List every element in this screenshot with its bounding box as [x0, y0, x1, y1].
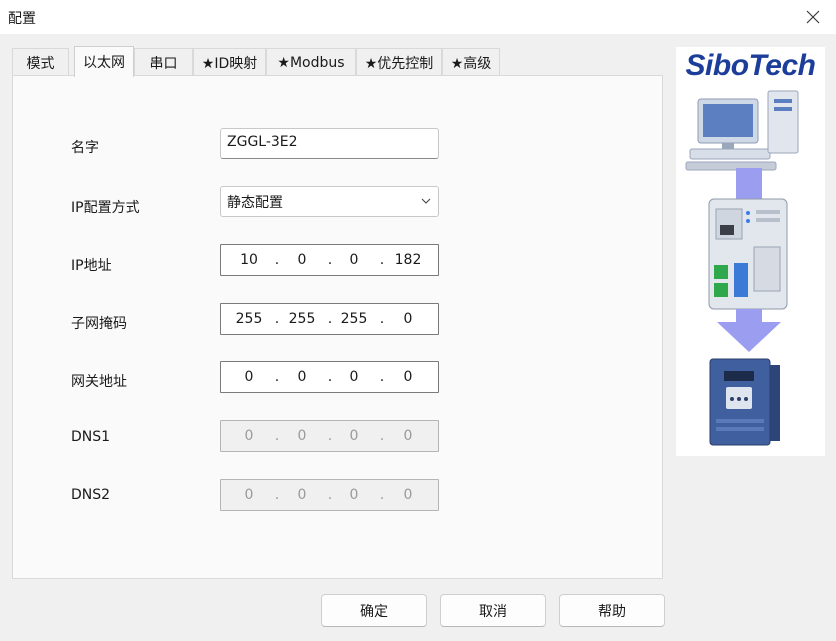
gateway-field[interactable]: 0 . 0 . 0 . 0	[220, 361, 439, 393]
tab-serial[interactable]: 串口	[134, 48, 193, 76]
illustration-graphics	[685, 90, 799, 446]
frequency-converter-icon	[709, 358, 780, 446]
help-button[interactable]: 帮助	[559, 594, 665, 627]
gateway-label: 网关地址	[71, 374, 127, 390]
dns1-octet-2: 0	[297, 428, 307, 444]
tab-advanced[interactable]: ★高级	[442, 48, 500, 76]
name-label: 名字	[71, 140, 99, 156]
dns1-octet-3: 0	[349, 428, 359, 444]
ip-dot: .	[274, 369, 280, 385]
ip-dot: .	[379, 311, 385, 327]
subnet-octet-3[interactable]: 255	[339, 311, 369, 327]
computer-icon	[685, 90, 799, 171]
gateway-octet-3[interactable]: 0	[339, 369, 369, 385]
gateway-device-icon	[708, 198, 788, 310]
subnet-octet-1[interactable]: 255	[234, 311, 264, 327]
ok-button[interactable]: 确定	[321, 594, 427, 627]
subnet-octet-2[interactable]: 255	[287, 311, 317, 327]
ethernet-panel: 名字 ZGGL-3E2 IP配置方式 静态配置 IP地址 10 . 0 . 0 …	[12, 75, 663, 579]
ip-dot: .	[274, 428, 280, 444]
tab-mode[interactable]: 模式	[12, 48, 69, 76]
dns1-octet-1: 0	[244, 428, 254, 444]
dns1-field: 0 . 0 . 0 . 0	[220, 420, 439, 452]
ip-octet-2[interactable]: 0	[287, 252, 317, 268]
ip-address-field[interactable]: 10 . 0 . 0 . 182	[220, 244, 439, 276]
ip-octet-1[interactable]: 10	[234, 252, 264, 268]
ip-dot: .	[327, 311, 333, 327]
ip-octet-4[interactable]: 182	[393, 252, 423, 268]
ip-dot: .	[274, 311, 280, 327]
title-bar: 配置	[0, 0, 836, 34]
ip-dot: .	[379, 252, 385, 268]
ip-dot: .	[274, 487, 280, 503]
dns1-octet-4: 0	[403, 428, 413, 444]
cancel-button[interactable]: 取消	[440, 594, 546, 627]
ip-dot: .	[379, 428, 385, 444]
dns2-octet-4: 0	[403, 487, 413, 503]
ip-dot: .	[327, 487, 333, 503]
close-button[interactable]	[790, 0, 836, 34]
gateway-octet-4[interactable]: 0	[393, 369, 423, 385]
dns2-field: 0 . 0 . 0 . 0	[220, 479, 439, 511]
window-title: 配置	[8, 11, 36, 27]
ip-dot: .	[379, 487, 385, 503]
ip-octet-3[interactable]: 0	[339, 252, 369, 268]
product-illustration: SiboTech	[676, 47, 825, 456]
ip-dot: .	[274, 252, 280, 268]
name-input[interactable]: ZGGL-3E2	[220, 128, 439, 159]
dns2-octet-3: 0	[349, 487, 359, 503]
ip-dot: .	[379, 369, 385, 385]
subnet-octet-4[interactable]: 0	[393, 311, 423, 327]
chevron-down-icon	[421, 198, 431, 204]
dns2-label: DNS2	[71, 487, 111, 503]
ip-address-label: IP地址	[71, 258, 112, 274]
tab-id-mapping[interactable]: ★ID映射	[193, 48, 266, 76]
close-icon	[806, 10, 820, 24]
ip-dot: .	[327, 369, 333, 385]
ip-dot: .	[327, 428, 333, 444]
ip-dot: .	[327, 252, 333, 268]
subnet-mask-field[interactable]: 255 . 255 . 255 . 0	[220, 303, 439, 335]
ip-mode-label: IP配置方式	[71, 200, 140, 216]
dns2-octet-2: 0	[297, 487, 307, 503]
tab-priority-control[interactable]: ★优先控制	[356, 48, 442, 76]
tab-modbus[interactable]: ★Modbus	[266, 48, 356, 76]
gateway-octet-1[interactable]: 0	[234, 369, 264, 385]
dns2-octet-1: 0	[244, 487, 254, 503]
dns1-label: DNS1	[71, 429, 111, 445]
subnet-mask-label: 子网掩码	[71, 316, 127, 332]
ip-mode-select[interactable]: 静态配置	[220, 186, 439, 217]
gateway-octet-2[interactable]: 0	[287, 369, 317, 385]
tab-ethernet[interactable]: 以太网	[74, 46, 134, 77]
